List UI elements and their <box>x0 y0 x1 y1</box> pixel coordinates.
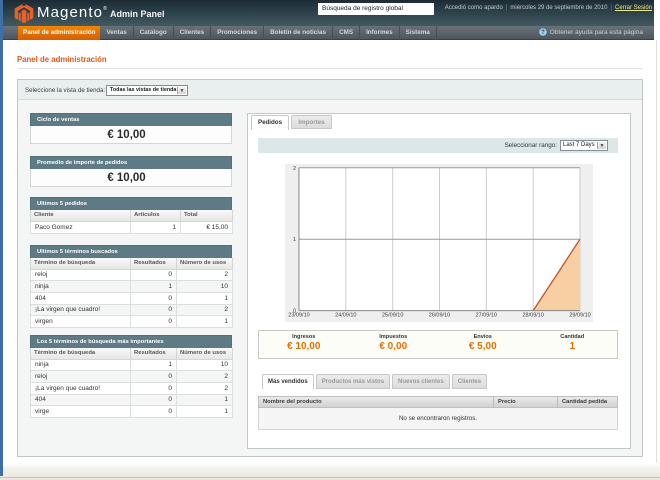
svg-text:2: 2 <box>293 166 296 172</box>
svg-text:1: 1 <box>293 237 296 243</box>
svg-text:23/09/10: 23/09/10 <box>288 313 309 319</box>
svg-text:27/09/10: 27/09/10 <box>476 313 497 319</box>
svg-text:26/09/10: 26/09/10 <box>429 313 450 319</box>
svg-text:29/09/10: 29/09/10 <box>569 313 590 319</box>
svg-text:24/09/10: 24/09/10 <box>335 313 356 319</box>
svg-text:28/09/10: 28/09/10 <box>522 313 543 319</box>
svg-text:?: ? <box>541 30 545 36</box>
svg-text:25/09/10: 25/09/10 <box>382 313 403 319</box>
